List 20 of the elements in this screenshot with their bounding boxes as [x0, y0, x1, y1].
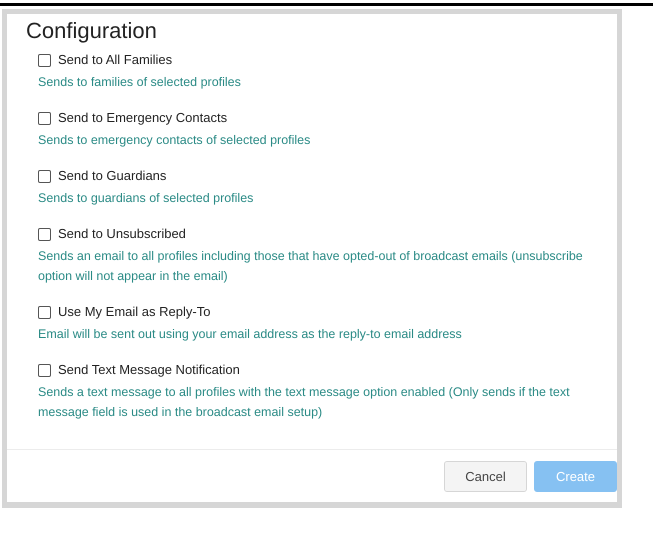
option-label: Use My Email as Reply-To: [58, 303, 210, 321]
option-label: Send to Emergency Contacts: [58, 109, 228, 127]
option-description: Sends to families of selected profiles: [38, 74, 242, 91]
option-label: Send to All Families: [58, 51, 172, 69]
checkbox[interactable]: [38, 306, 51, 318]
option-description: Sends a text message to all profiles with the text message option enabled (Only sends if the text message field is used in the broadcast email setup): [38, 384, 571, 421]
cancel-button[interactable]: Cancel: [444, 461, 527, 492]
option-label: Send to Unsubscribed: [58, 225, 186, 243]
checkbox[interactable]: [38, 54, 51, 66]
option-label: Send to Guardians: [58, 167, 166, 185]
checkbox[interactable]: [38, 364, 51, 376]
option-description: Sends to emergency contacts of selected profiles: [38, 132, 312, 149]
dialog-title: Configuration: [26, 17, 157, 45]
option-label: Send Text Message Notification: [58, 361, 240, 379]
option-description: Sends an email to all profiles including those that have opted-out of broadcast emails (unsubscribe option will not appear in the email): [38, 248, 584, 285]
checkbox[interactable]: [38, 112, 51, 124]
option-description: Sends to guardians of selected profiles: [38, 190, 254, 207]
option-description: Email will be sent out using your email address as the reply-to email address: [38, 326, 463, 343]
checkbox[interactable]: [38, 228, 51, 240]
checkbox[interactable]: [38, 170, 51, 182]
